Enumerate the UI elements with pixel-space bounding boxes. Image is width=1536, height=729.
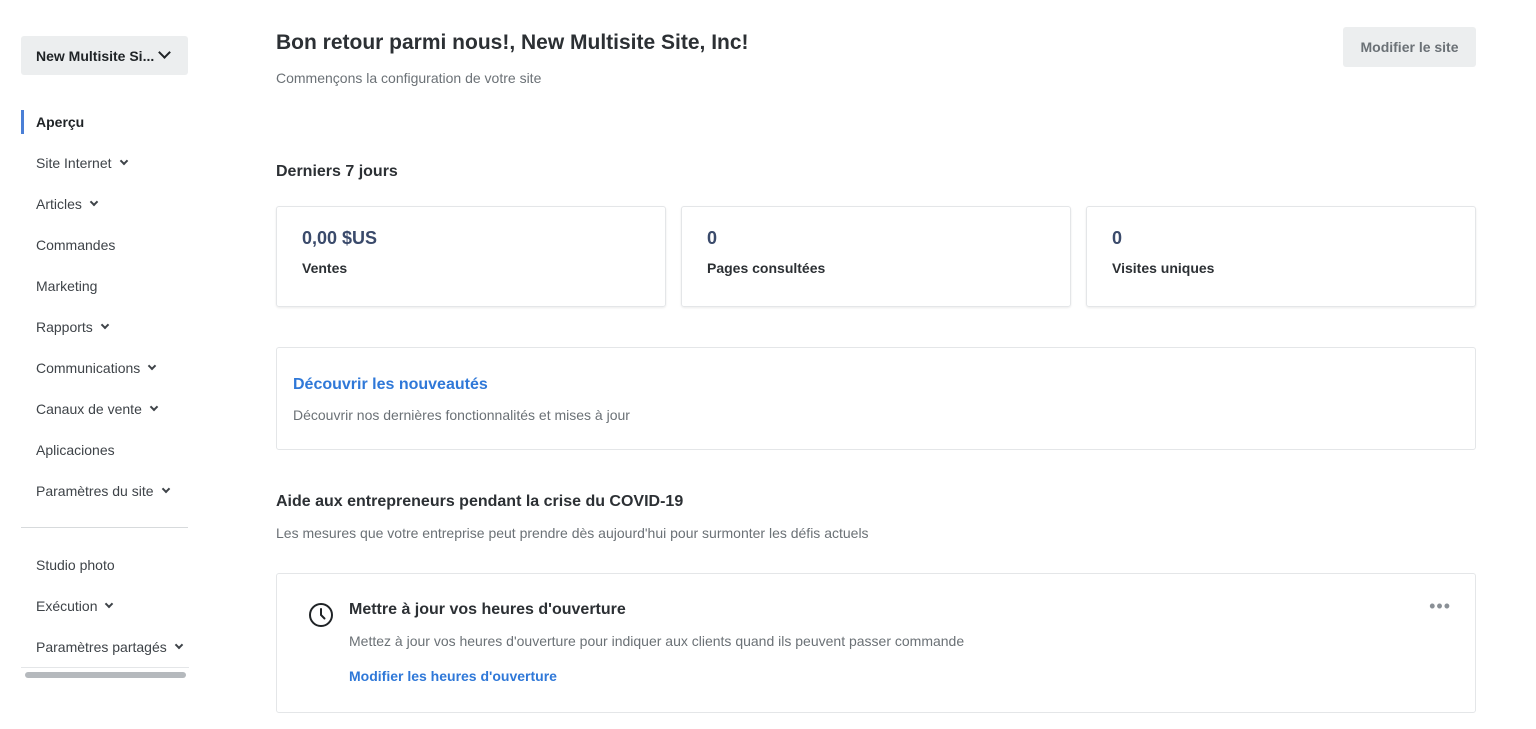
sidebar-item-canaux-de-vente[interactable]: Canaux de vente — [21, 397, 159, 421]
sidebar-item-label: Aperçu — [36, 114, 85, 130]
sidebar-item-execution[interactable]: Exécution — [21, 594, 114, 618]
sidebar-item-label: Rapports — [36, 319, 93, 335]
main-content: Bon retour parmi nous!, New Multisite Si… — [276, 0, 1476, 729]
sidebar-item-label: Site Internet — [36, 155, 112, 171]
task-card-opening-hours: Mettre à jour vos heures d'ouverture Met… — [276, 573, 1476, 713]
sidebar-item-aplicaciones[interactable]: Aplicaciones — [21, 438, 115, 462]
sidebar-item-label: Paramètres du site — [36, 483, 154, 499]
sidebar-item-articles[interactable]: Articles — [21, 192, 99, 216]
sidebar-item-site-internet[interactable]: Site Internet — [21, 151, 128, 175]
covid-section-subtitle: Les mesures que votre entreprise peut pr… — [276, 525, 869, 541]
sidebar-item-label: Exécution — [36, 598, 98, 614]
sidebar-item-commandes[interactable]: Commandes — [21, 233, 115, 257]
task-description: Mettez à jour vos heures d'ouverture pou… — [349, 633, 965, 649]
stat-label: Visites uniques — [1112, 260, 1215, 276]
stat-card-unique-visits: 0 Visites uniques — [1086, 206, 1476, 307]
sidebar-item-label: Communications — [36, 360, 141, 376]
task-title: Mettre à jour vos heures d'ouverture — [349, 601, 626, 618]
stat-card-sales: 0,00 $US Ventes — [276, 206, 666, 307]
sidebar-item-rapports[interactable]: Rapports — [21, 315, 110, 339]
site-switcher-button[interactable]: New Multisite Si... — [21, 36, 188, 75]
chevron-down-icon — [105, 599, 114, 609]
scrollbar-thumb[interactable] — [25, 672, 186, 678]
sidebar: New Multisite Si... Aperçu Site Internet… — [21, 0, 189, 729]
sidebar-item-parametres-partages[interactable]: Paramètres partagés — [21, 635, 183, 659]
sidebar-item-label: Aplicaciones — [36, 442, 115, 458]
sidebar-horizontal-scrollbar[interactable] — [21, 667, 189, 681]
stat-value: 0 — [1112, 228, 1123, 248]
sidebar-item-apercu[interactable]: Aperçu — [21, 110, 84, 134]
sidebar-item-label: Commandes — [36, 237, 116, 253]
discover-description: Découvrir nos dernières fonctionnalités … — [293, 407, 630, 423]
chevron-down-icon — [174, 640, 183, 650]
sidebar-item-parametres-du-site[interactable]: Paramètres du site — [21, 479, 170, 503]
stat-card-page-views: 0 Pages consultées — [681, 206, 1071, 307]
chevron-down-icon — [148, 361, 157, 371]
chevron-down-icon — [149, 402, 159, 412]
sidebar-item-studio-photo[interactable]: Studio photo — [21, 553, 115, 577]
stat-label: Pages consultées — [707, 260, 826, 276]
chevron-down-icon — [158, 46, 172, 59]
page-title: Bon retour parmi nous!, New Multisite Si… — [276, 31, 749, 54]
edit-opening-hours-link[interactable]: Modifier les heures d'ouverture — [349, 668, 557, 684]
page-subtitle: Commençons la configuration de votre sit… — [276, 70, 542, 86]
covid-section-title: Aide aux entrepreneurs pendant la crise … — [276, 493, 684, 510]
stats-section-title: Derniers 7 jours — [276, 163, 398, 180]
sidebar-item-marketing[interactable]: Marketing — [21, 274, 97, 298]
sidebar-item-label: Marketing — [36, 278, 98, 294]
sidebar-item-label: Paramètres partagés — [36, 639, 167, 655]
edit-site-button[interactable]: Modifier le site — [1343, 27, 1476, 67]
clock-icon — [309, 603, 333, 627]
sidebar-item-communications[interactable]: Communications — [21, 356, 157, 380]
more-options-icon[interactable]: ••• — [1429, 597, 1451, 615]
sidebar-item-label: Canaux de vente — [36, 401, 142, 417]
stat-value: 0,00 $US — [302, 228, 378, 248]
stat-value: 0 — [707, 228, 718, 248]
site-name: New Multisite Si... — [36, 47, 155, 64]
chevron-down-icon — [119, 156, 128, 166]
sidebar-divider — [21, 527, 188, 528]
stat-label: Ventes — [302, 260, 348, 276]
chevron-down-icon — [89, 197, 99, 207]
chevron-down-icon — [100, 320, 110, 330]
discover-link[interactable]: Découvrir les nouveautés — [293, 376, 488, 394]
sidebar-item-label: Articles — [36, 196, 82, 212]
chevron-down-icon — [161, 484, 170, 494]
sidebar-item-label: Studio photo — [36, 557, 115, 573]
discover-card: Découvrir les nouveautés Découvrir nos d… — [276, 347, 1476, 450]
